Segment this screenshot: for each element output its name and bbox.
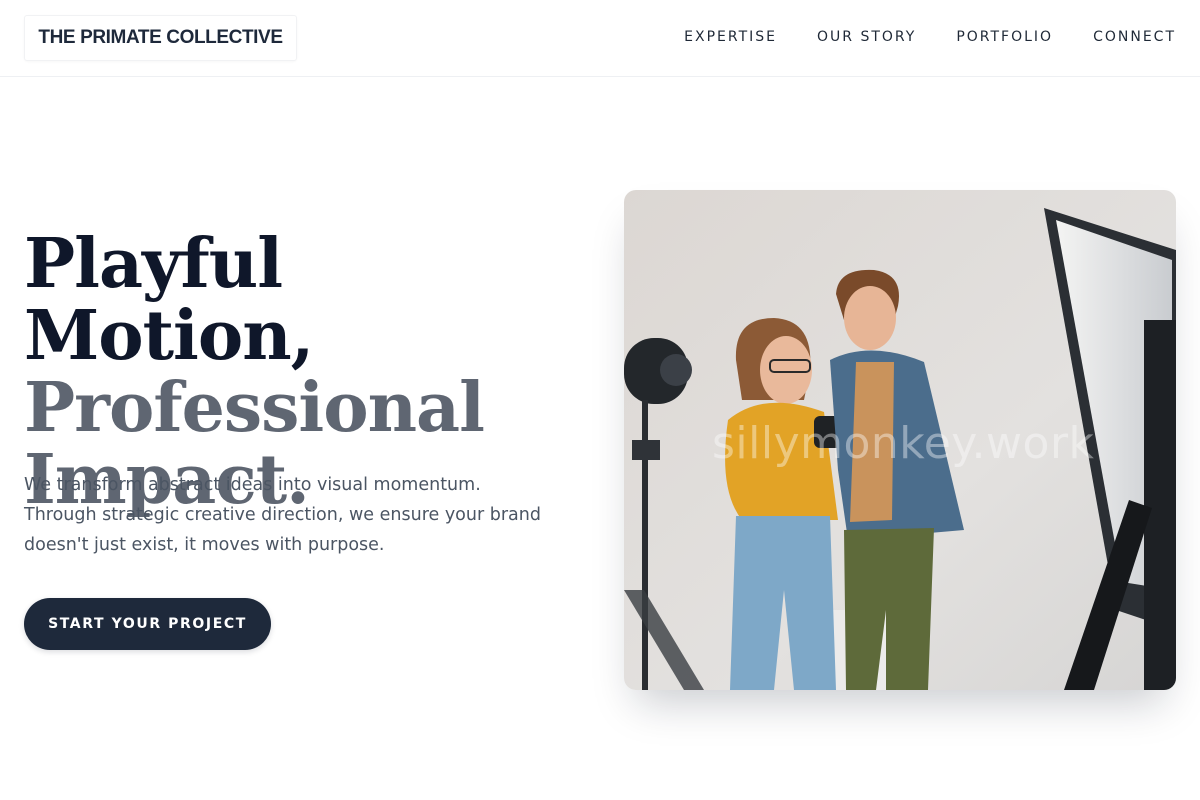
hero-image: sillymonkey.work [624, 190, 1176, 690]
nav-link-expertise[interactable]: EXPERTISE [684, 27, 777, 47]
start-project-button[interactable]: START YOUR PROJECT [24, 598, 271, 650]
nav-link-our-story[interactable]: OUR STORY [817, 27, 916, 47]
brand-logo[interactable]: THE PRIMATE COLLECTIVE [24, 15, 297, 61]
hero-title-line-2: Professional [24, 368, 485, 448]
hero-title-line-1: Playful Motion, [24, 224, 314, 376]
nav-link-connect[interactable]: CONNECT [1093, 27, 1176, 47]
main-nav: EXPERTISE OUR STORY PORTFOLIO CONNECT [684, 27, 1176, 47]
site-header: THE PRIMATE COLLECTIVE EXPERTISE OUR STO… [0, 0, 1200, 77]
nav-link-portfolio[interactable]: PORTFOLIO [956, 27, 1053, 47]
studio-photo-illustration [624, 190, 1176, 690]
hero-description: We transform abstract ideas into visual … [24, 475, 541, 555]
